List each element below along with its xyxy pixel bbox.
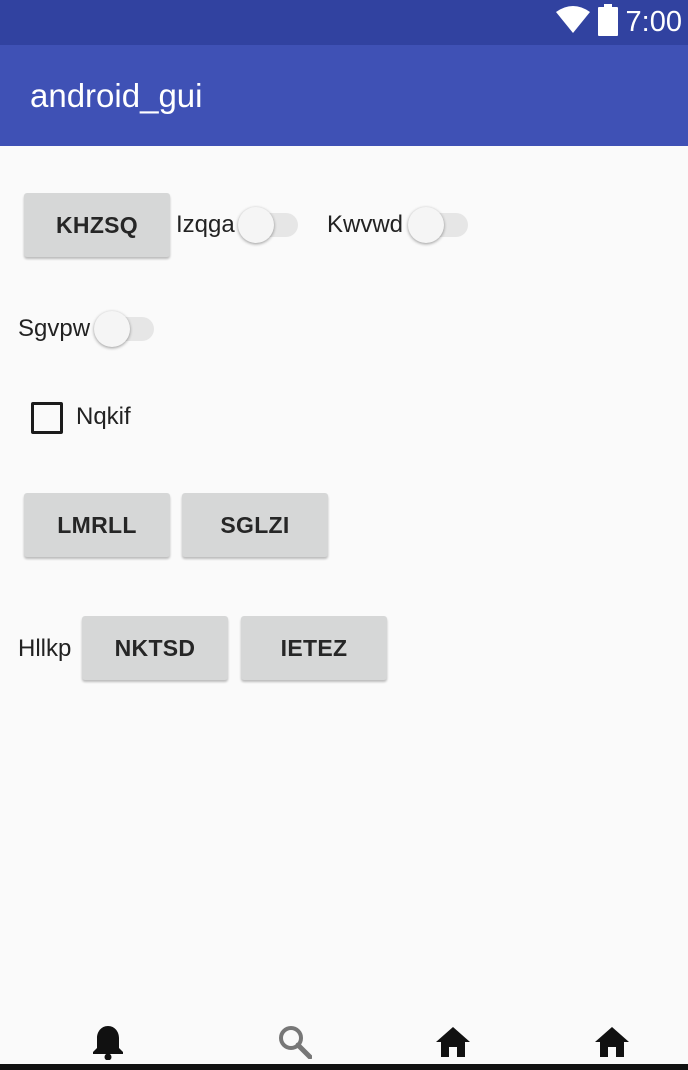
hllkp-label: Hllkp [18, 635, 72, 662]
nqkif-label: Nqkif [76, 403, 131, 430]
nav-item-notifications[interactable] [88, 1024, 128, 1064]
app-title: android_gui [30, 77, 203, 114]
switch-thumb [238, 207, 274, 243]
lmrll-button[interactable]: LMRLL [24, 493, 170, 557]
nav-item-search[interactable] [275, 1024, 315, 1064]
switch-thumb [94, 311, 130, 347]
search-icon [278, 1025, 313, 1064]
battery-icon [597, 4, 618, 41]
khzsq-button[interactable]: KHZSQ [24, 193, 170, 257]
switch-thumb [408, 207, 444, 243]
home-icon [435, 1026, 471, 1063]
izqga-label: Izqga [176, 211, 235, 238]
izqga-switch[interactable] [238, 207, 300, 243]
home-icon [594, 1026, 630, 1063]
nav-item-home-2[interactable] [592, 1024, 632, 1064]
sgvpw-label: Sgvpw [18, 315, 91, 342]
sglzi-button[interactable]: SGLZI [182, 493, 328, 557]
wifi-icon [555, 6, 590, 39]
nqkif-checkbox[interactable] [31, 402, 63, 434]
main-content: KHZSQ Izqga Kwvwd Sgvpw Nqkif LMRLL SGLZ… [0, 146, 688, 1026]
bottom-edge [0, 1064, 688, 1070]
kwvwd-label: Kwvwd [327, 211, 404, 238]
app-bar: android_gui [0, 45, 688, 146]
status-time: 7:00 [625, 6, 682, 38]
ietez-button[interactable]: IETEZ [241, 616, 387, 680]
bottom-navigation [0, 1018, 688, 1070]
kwvwd-switch[interactable] [408, 207, 470, 243]
bell-icon [92, 1024, 124, 1065]
status-bar: 7:00 [0, 0, 688, 45]
nav-item-home[interactable] [433, 1024, 473, 1064]
nktsd-button[interactable]: NKTSD [82, 616, 228, 680]
status-icons: 7:00 [555, 0, 682, 45]
sgvpw-switch[interactable] [94, 311, 156, 347]
